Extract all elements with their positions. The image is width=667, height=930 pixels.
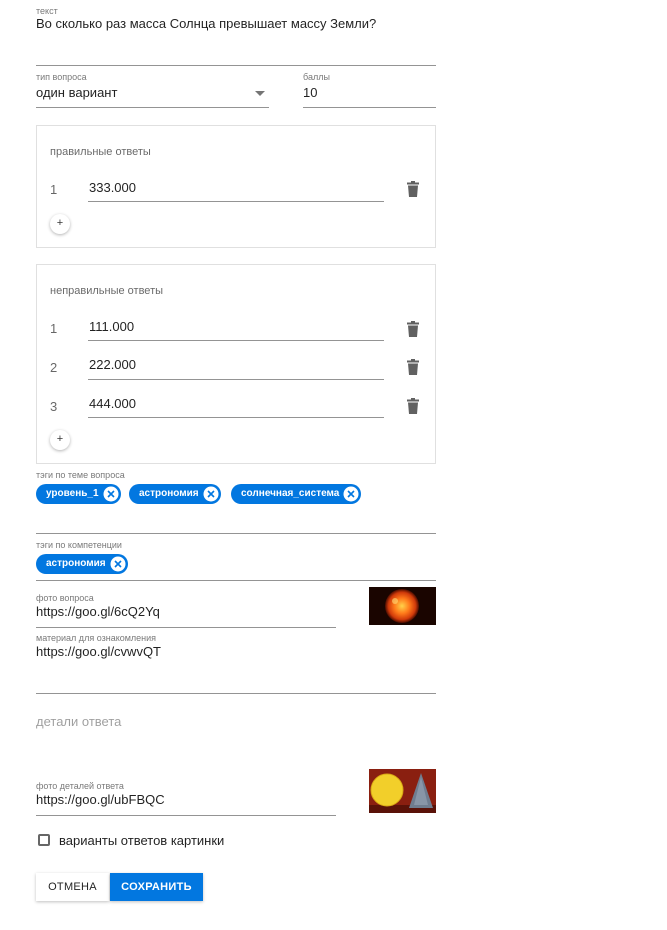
topic-tag-chip[interactable]: уровень_1 (36, 484, 121, 504)
sun-photo-thumbnail (369, 587, 436, 625)
correct-answers-title: правильные ответы (50, 146, 151, 158)
competence-tags-underline (36, 580, 436, 581)
details-photo-thumbnail (369, 769, 436, 813)
chevron-down-icon[interactable] (255, 91, 265, 96)
chip-label: солнечная_система (241, 488, 340, 499)
add-correct-answer-button[interactable]: + (50, 214, 70, 234)
answer-underline (88, 340, 384, 341)
wrong-answer-input[interactable]: 222.000 (89, 357, 136, 373)
cancel-button[interactable]: ОТМЕНА (36, 873, 109, 901)
answer-details-input[interactable]: детали ответа (36, 714, 121, 730)
details-photo-url-input[interactable]: https://goo.gl/ubFBQC (36, 792, 165, 808)
add-wrong-answer-button[interactable]: + (50, 430, 70, 450)
competence-tags-label: тэги по компетенции (36, 540, 122, 550)
material-label: материал для ознакомления (36, 633, 157, 643)
details-photo-underline (36, 815, 336, 816)
question-text-input[interactable]: Во сколько раз масса Солнца превышает ма… (36, 16, 376, 32)
topic-tag-chip[interactable]: солнечная_система (231, 484, 362, 504)
photo-label: фото вопроса (36, 593, 94, 603)
answer-underline (88, 379, 384, 380)
topic-tag-chip[interactable]: астрономия (129, 484, 221, 504)
correct-answers-card: правильные ответы 1 333.000 + (36, 125, 436, 248)
wrong-answer-input[interactable]: 444.000 (89, 396, 136, 412)
chip-label: астрономия (46, 558, 106, 569)
answer-index: 2 (50, 360, 58, 375)
image-answers-label: варианты ответов картинки (59, 833, 225, 848)
material-url-input[interactable]: https://goo.gl/cvwvQT (36, 644, 161, 660)
details-photo-label: фото деталей ответа (36, 781, 124, 791)
wrong-answer-input[interactable]: 111.000 (89, 319, 134, 335)
trash-icon[interactable] (406, 359, 420, 375)
chip-label: уровень_1 (46, 488, 99, 499)
photo-url-input[interactable]: https://goo.gl/6cQ2Yq (36, 604, 160, 620)
close-icon[interactable] (343, 486, 359, 502)
topic-tags-underline (36, 533, 436, 534)
points-underline (303, 107, 436, 108)
answer-index: 3 (50, 399, 58, 414)
trash-icon[interactable] (406, 321, 420, 337)
question-type-underline (36, 107, 269, 108)
material-underline (36, 693, 436, 694)
answer-underline (88, 201, 384, 202)
answer-index: 1 (50, 182, 58, 197)
trash-icon[interactable] (406, 181, 420, 197)
save-button[interactable]: СОХРАНИТЬ (110, 873, 203, 901)
photo-underline (36, 627, 336, 628)
wrong-answers-card: неправильные ответы 1 111.000 2 222.000 … (36, 264, 436, 464)
close-icon[interactable] (110, 556, 126, 572)
answer-underline (88, 417, 384, 418)
question-type-label: тип вопроса (36, 72, 87, 82)
competence-tag-chip[interactable]: астрономия (36, 554, 128, 574)
close-icon[interactable] (203, 486, 219, 502)
image-answers-checkbox[interactable] (38, 834, 50, 846)
topic-tags-label: тэги по теме вопроса (36, 470, 125, 480)
correct-answer-input[interactable]: 333.000 (89, 180, 136, 196)
chip-label: астрономия (139, 488, 199, 499)
trash-icon[interactable] (406, 398, 420, 414)
points-input[interactable]: 10 (303, 85, 317, 101)
wrong-answers-title: неправильные ответы (50, 285, 164, 297)
question-text-underline (36, 65, 436, 66)
answer-index: 1 (50, 321, 58, 336)
close-icon[interactable] (103, 486, 119, 502)
points-label: баллы (303, 72, 330, 82)
question-type-select[interactable]: один вариант (36, 85, 117, 101)
